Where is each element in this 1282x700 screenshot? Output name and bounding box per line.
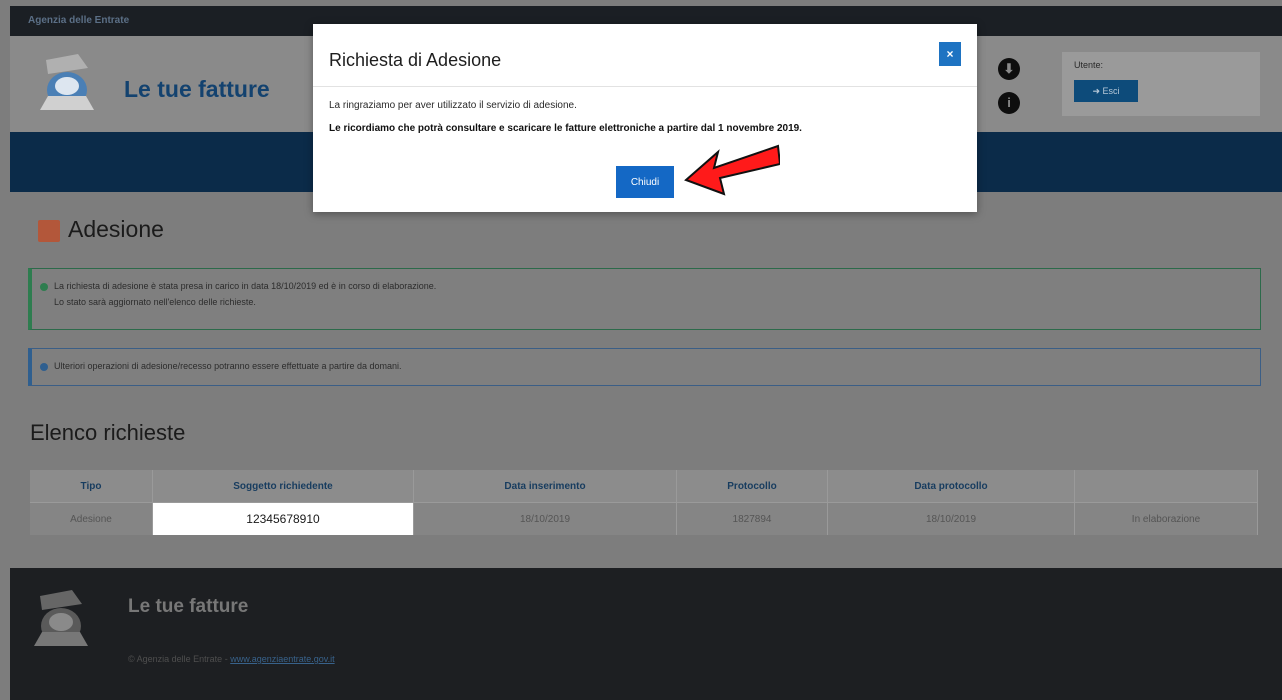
cell-stato: In elaborazione [1074,502,1258,535]
cell-data-inserimento: 18/10/2019 [413,502,677,535]
cell-soggetto: 12345678910 [152,502,414,535]
close-button[interactable]: Chiudi [616,166,674,198]
info-circle-icon [40,363,48,371]
annotation-arrow-icon [684,144,780,196]
footer-logo [34,590,88,646]
exit-icon: ➜ [1092,85,1100,96]
column-header[interactable]: Soggetto richiedente [152,470,414,503]
column-header[interactable]: Data inserimento [413,470,677,503]
copyright-text: © Agenzia delle Entrate - [128,654,228,664]
success-line-1: La richiesta di adesione è stata presa i… [54,281,437,291]
modal-message: La ringraziamo per aver utilizzato il se… [329,100,577,111]
edit-icon [38,220,60,242]
exit-button[interactable]: ➜ Esci [1074,80,1138,102]
agency-logo[interactable] [38,52,96,114]
user-label: Utente: [1074,60,1104,70]
info-alert: Ulteriori operazioni di adesione/recesso… [28,348,1261,386]
page-footer: Le tue fatture © Agenzia delle Entrate -… [10,568,1282,700]
agency-website-link[interactable]: www.agenziaentrate.gov.it [230,654,334,664]
column-header[interactable]: Tipo [30,470,153,503]
footer-app-title: Le tue fatture [128,596,249,617]
table-row[interactable]: Adesione 12345678910 18/10/2019 1827894 … [30,502,1258,535]
close-icon[interactable]: × [939,42,961,66]
cell-tipo: Adesione [30,502,153,535]
agency-name: Agenzia delle Entrate [28,15,130,26]
modal-divider [313,86,977,87]
info-icon[interactable]: i [998,92,1020,114]
column-header[interactable]: Data protocollo [827,470,1075,503]
requests-title: Elenco richieste [30,420,186,445]
modal-notice: Le ricordiamo che potrà consultare e sca… [329,123,802,134]
modal-title: Richiesta di Adesione [329,50,502,70]
footer-copyright: © Agenzia delle Entrate - www.agenziaent… [128,654,335,664]
info-text: Ulteriori operazioni di adesione/recesso… [54,361,402,371]
app-title[interactable]: Le tue fatture [124,76,270,103]
adesione-modal: Richiesta di Adesione × La ringraziamo p… [313,24,977,212]
cell-data-protocollo: 18/10/2019 [827,502,1075,535]
exit-label: Esci [1102,85,1120,96]
requests-table: Tipo Soggetto richiedente Data inserimen… [30,470,1258,535]
success-alert: La richiesta di adesione è stata presa i… [28,268,1261,330]
check-circle-icon [40,283,48,291]
column-header[interactable]: Protocollo [676,470,828,503]
success-line-2: Lo stato sarà aggiornato nell'elenco del… [54,297,256,307]
page-title: Adesione [68,216,164,242]
user-box: Utente: ➜ Esci [1062,52,1260,116]
download-icon[interactable]: ⬇ [998,58,1020,80]
table-header-row: Tipo Soggetto richiedente Data inserimen… [30,470,1258,503]
column-header [1074,470,1258,503]
cell-protocollo: 1827894 [676,502,828,535]
